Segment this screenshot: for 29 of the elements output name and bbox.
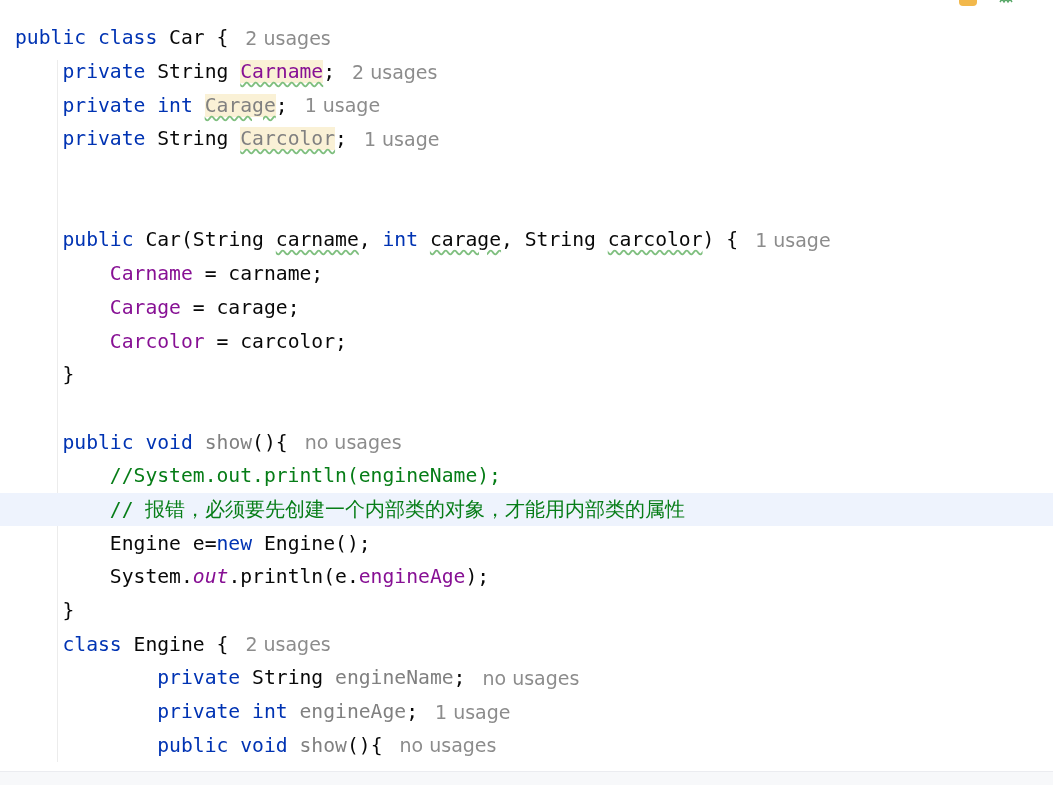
usage-hint[interactable]: 2 usages xyxy=(245,633,331,656)
code-line: // 报错，必须要先创建一个内部类的对象，才能用内部类的属性 xyxy=(109,496,686,523)
code-line: //System.out.println(engineName); xyxy=(109,464,501,488)
code-line: public void show(){ xyxy=(157,733,383,757)
usage-hint[interactable]: 2 usages xyxy=(245,26,331,49)
code-line: public class Car { xyxy=(15,26,229,50)
code-line: Carname = carname; xyxy=(109,262,324,286)
usage-hint[interactable]: no usages xyxy=(399,734,497,757)
usage-hint[interactable]: no usages xyxy=(304,431,402,454)
code-line: Carage = carage; xyxy=(109,295,300,319)
usage-hint[interactable]: 1 usage xyxy=(304,94,381,117)
code-line: Carcolor = carcolor; xyxy=(109,329,347,353)
code-line: public void show(){ xyxy=(62,430,288,454)
usage-hint[interactable]: 2 usages xyxy=(352,60,438,83)
usage-hint[interactable]: 1 usage xyxy=(435,700,511,723)
code-line: System.out.println(e.engineAge); xyxy=(109,565,490,589)
code-line: public Car(String carname, int carage, String carcolor) { xyxy=(62,228,739,252)
code-line: } xyxy=(62,363,75,387)
usage-hint[interactable]: 1 usage xyxy=(363,127,440,150)
code-line: Engine e=new Engine(); xyxy=(109,531,371,555)
usage-hint[interactable]: 1 usage xyxy=(755,228,831,251)
code-line: private String Carname; xyxy=(62,60,336,84)
code-line: class Engine { xyxy=(62,632,229,656)
usage-hint[interactable]: no usages xyxy=(482,666,580,689)
code-line: private String engineName; xyxy=(157,666,466,690)
code-line: private int engineAge; xyxy=(157,700,419,724)
code-line: private String Carcolor; xyxy=(62,127,347,151)
code-line: private int Carage; xyxy=(62,93,288,117)
code-line: } xyxy=(62,599,75,623)
